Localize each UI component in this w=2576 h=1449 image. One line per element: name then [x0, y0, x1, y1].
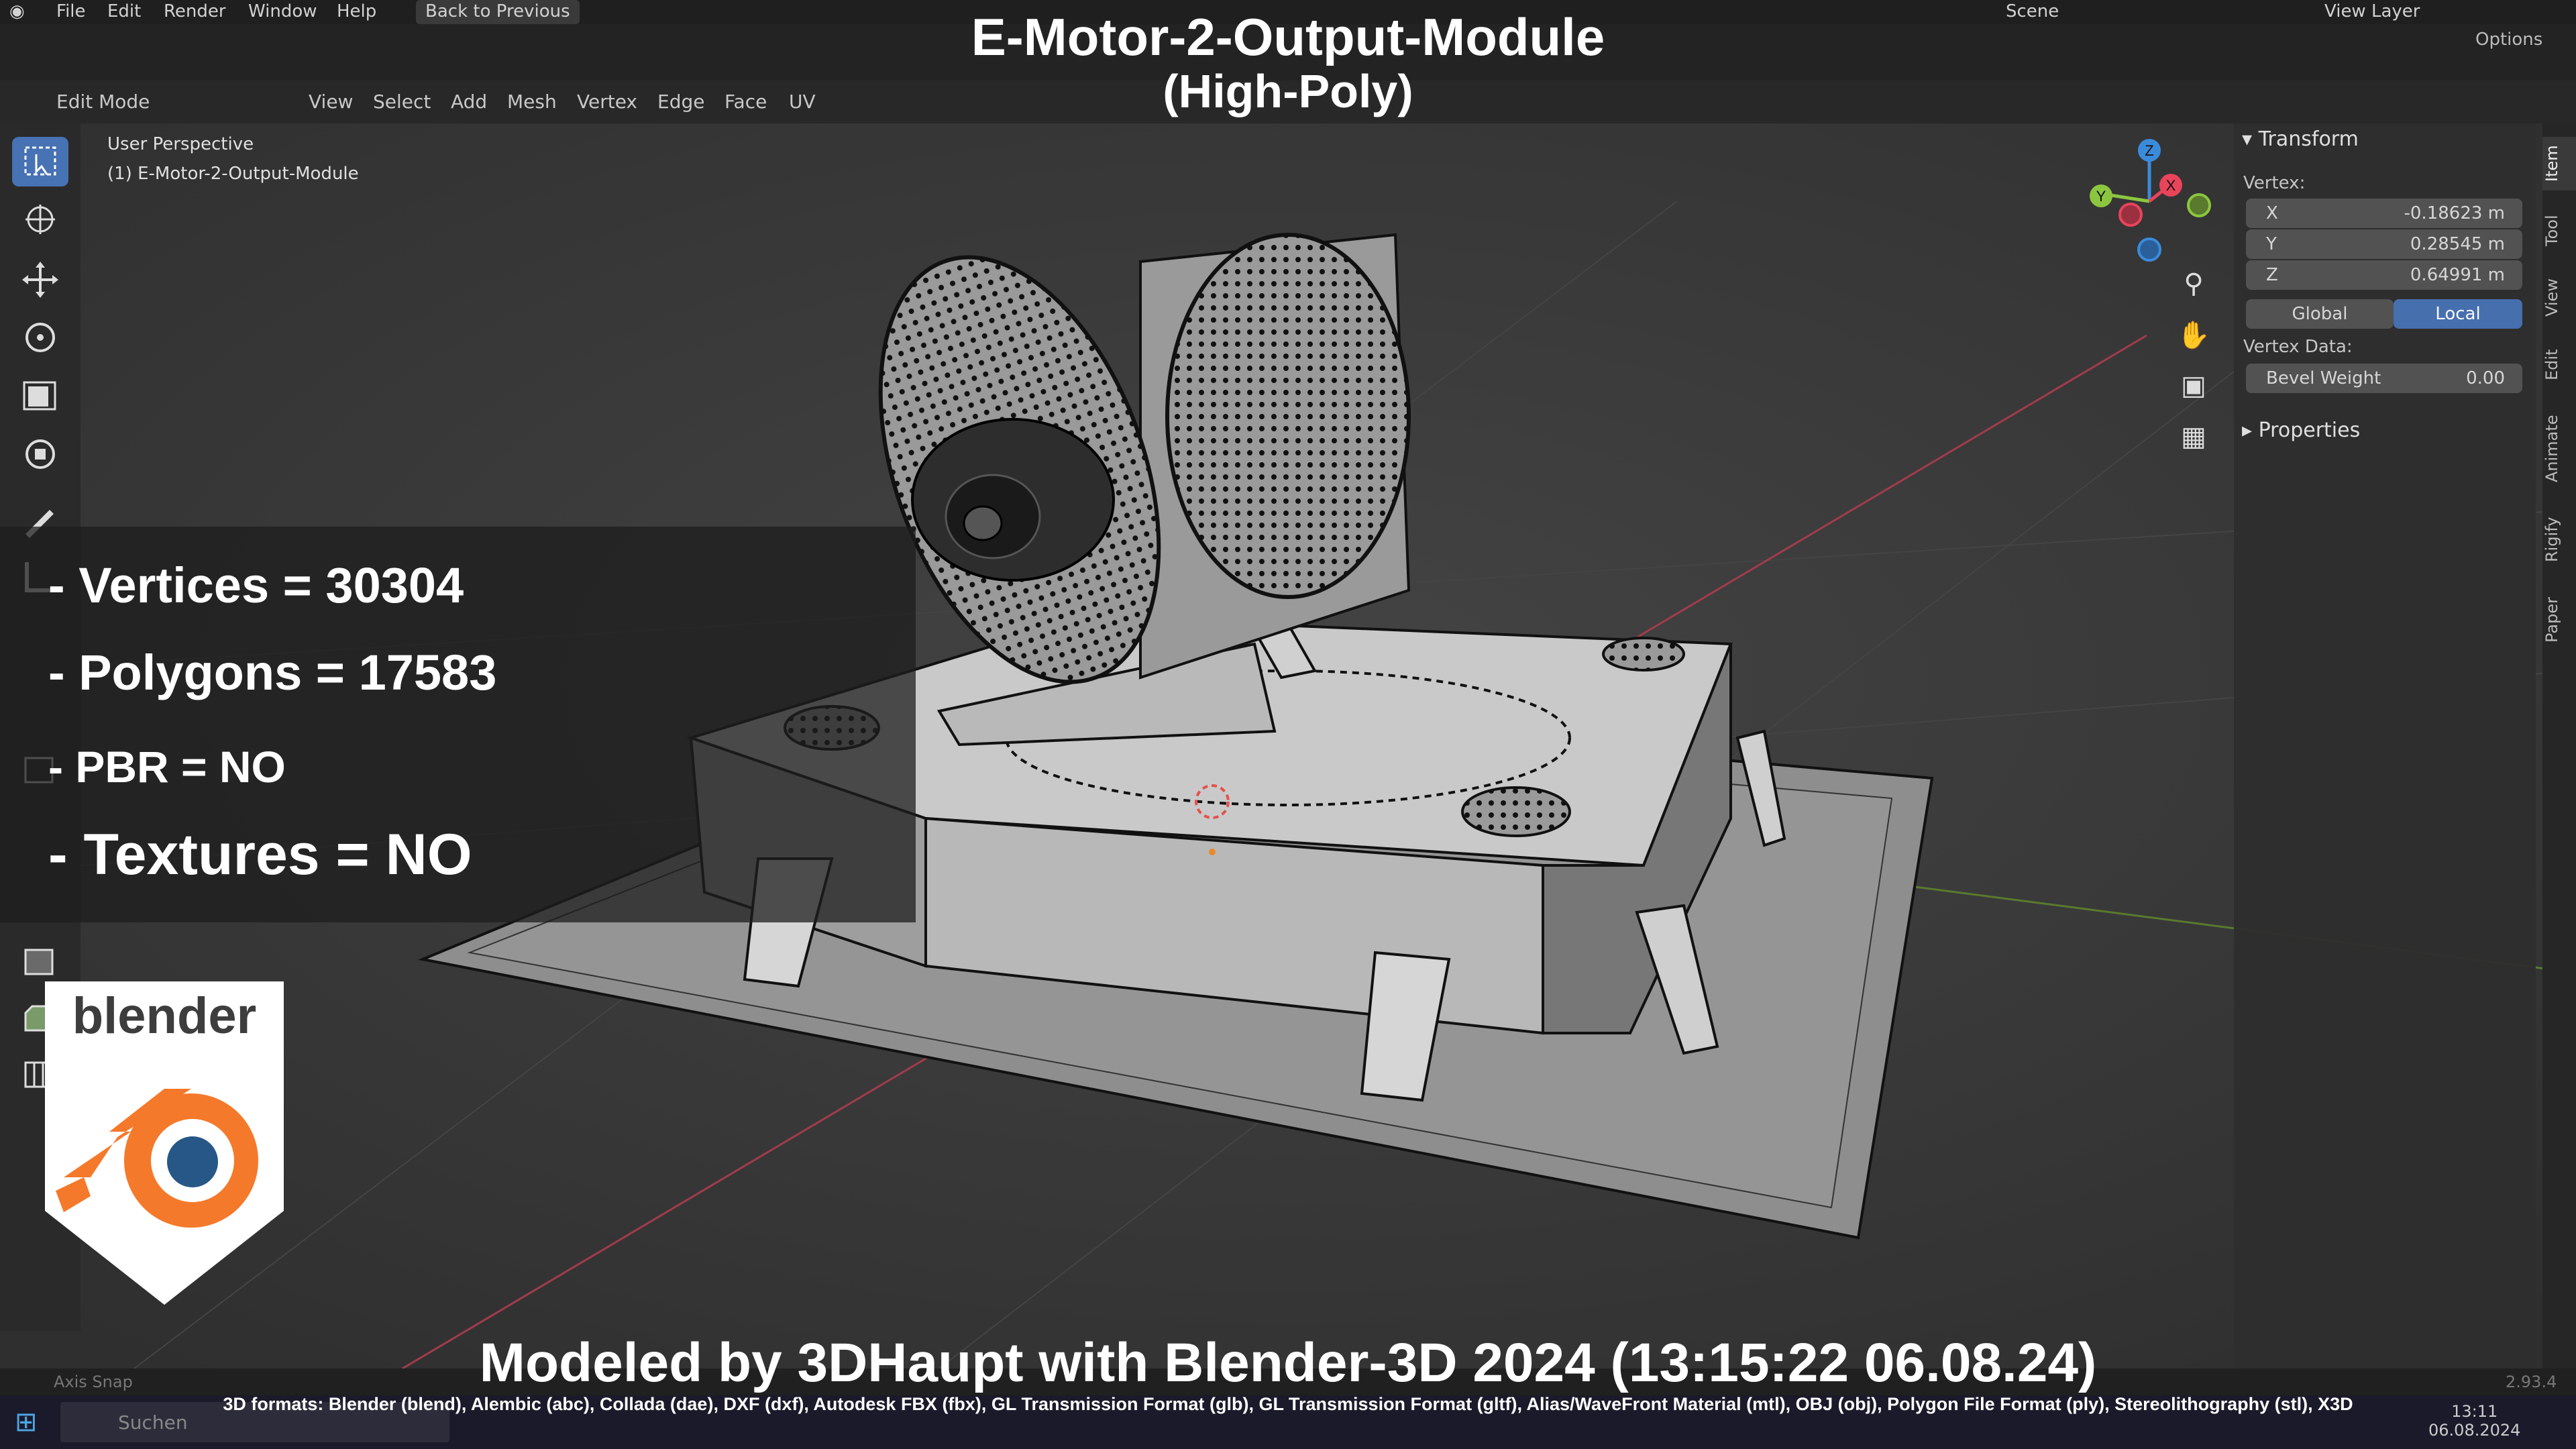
vertex-z-field[interactable]: Z 0.64991 m — [2246, 260, 2522, 290]
select-box-tool[interactable] — [12, 137, 68, 186]
vertex-x-field[interactable]: X -0.18623 m — [2246, 199, 2522, 228]
local-toggle[interactable]: Local — [2394, 299, 2522, 329]
properties-title: Properties — [2258, 419, 2361, 442]
bevel-label: Bevel Weight — [2266, 368, 2381, 388]
ring-back — [1602, 637, 1685, 672]
global-toggle[interactable]: Global — [2246, 299, 2394, 329]
vertex-data-label: Vertex Data: — [2243, 337, 2353, 357]
z-label: Z — [2266, 265, 2278, 285]
cursor-tool-icon[interactable] — [12, 195, 68, 244]
rotate-tool-icon[interactable] — [12, 313, 68, 362]
z-value: 0.64991 m — [2410, 265, 2505, 285]
x-value: -0.18623 m — [2404, 203, 2506, 223]
stat-vertices: - Vertices = 30304 — [48, 557, 464, 613]
viewport-nav-buttons: ⚲ ✋ ▣ ▦ — [2174, 268, 2214, 463]
gizmo-y-label: Y — [2096, 188, 2106, 205]
pan-hand-icon[interactable]: ✋ — [2174, 319, 2214, 360]
bevel-weight-field[interactable]: Bevel Weight 0.00 — [2246, 364, 2522, 393]
formats-line: 3D formats: Blender (blend), Alembic (ab… — [223, 1394, 2353, 1414]
blender-logo: blender — [37, 976, 292, 1308]
gizmo-x-label: X — [2166, 177, 2176, 194]
transform-tool-icon[interactable] — [12, 429, 68, 479]
active-object-label: (1) E-Motor-2-Output-Module — [107, 164, 359, 184]
navigation-gizmo[interactable]: Z Y X — [2080, 134, 2214, 275]
model-stats-box: - Vertices = 30304 - Polygons = 17583 - … — [0, 527, 916, 922]
grid-ortho-icon[interactable]: ▦ — [2174, 421, 2214, 462]
tab-animate[interactable]: Animate — [2542, 405, 2576, 492]
credit-line: Modeled by 3DHaupt with Blender-3D 2024 … — [479, 1332, 2097, 1393]
bevel-value: 0.00 — [2466, 368, 2505, 388]
tab-edit[interactable]: Edit — [2542, 338, 2576, 392]
tab-rigify[interactable]: Rigify — [2542, 506, 2576, 573]
tab-paper[interactable]: Paper — [2542, 586, 2576, 653]
video-title: E-Motor-2-Output-Module — [971, 7, 1605, 66]
ring-right — [1461, 786, 1571, 837]
y-value: 0.28545 m — [2410, 234, 2505, 254]
transform-panel-header[interactable]: ▾ Transform — [2242, 127, 2359, 151]
tab-item[interactable]: Item — [2542, 137, 2576, 191]
scale-tool-icon[interactable] — [12, 370, 68, 420]
svg-text:blender: blender — [72, 987, 257, 1044]
zoom-icon[interactable]: ⚲ — [2174, 268, 2214, 309]
vertex-y-field[interactable]: Y 0.28545 m — [2246, 229, 2522, 259]
x-label: X — [2266, 203, 2278, 223]
gizmo-z-label: Z — [2145, 142, 2153, 159]
stat-polygons: - Polygons = 17583 — [48, 645, 497, 700]
sidebar-n-panel: ▾ Transform Vertex: X -0.18623 m Y 0.28545… — [2234, 123, 2536, 1368]
clock-date: 06.08.2024 — [2428, 1421, 2521, 1440]
move-tool-icon[interactable] — [12, 255, 68, 305]
stat-pbr: - PBR = NO — [48, 742, 286, 792]
stat-textures: - Textures = NO — [48, 822, 472, 887]
video-subtitle: (High-Poly) — [1163, 65, 1413, 117]
tab-tool[interactable]: Tool — [2542, 204, 2576, 258]
view-perspective-label: User Perspective — [107, 134, 254, 154]
transform-title: Transform — [2258, 127, 2359, 151]
motor-shaft — [963, 505, 1003, 541]
tab-view[interactable]: View — [2542, 271, 2576, 325]
y-label: Y — [2266, 234, 2277, 254]
motor-rear — [1165, 233, 1411, 599]
vertex-label: Vertex: — [2243, 173, 2306, 193]
camera-icon[interactable]: ▣ — [2174, 370, 2214, 411]
properties-panel-header[interactable]: ▸ Properties — [2242, 419, 2360, 442]
sidebar-tabs: Item Tool View Edit Animate Rigify Paper — [2542, 123, 2576, 1368]
